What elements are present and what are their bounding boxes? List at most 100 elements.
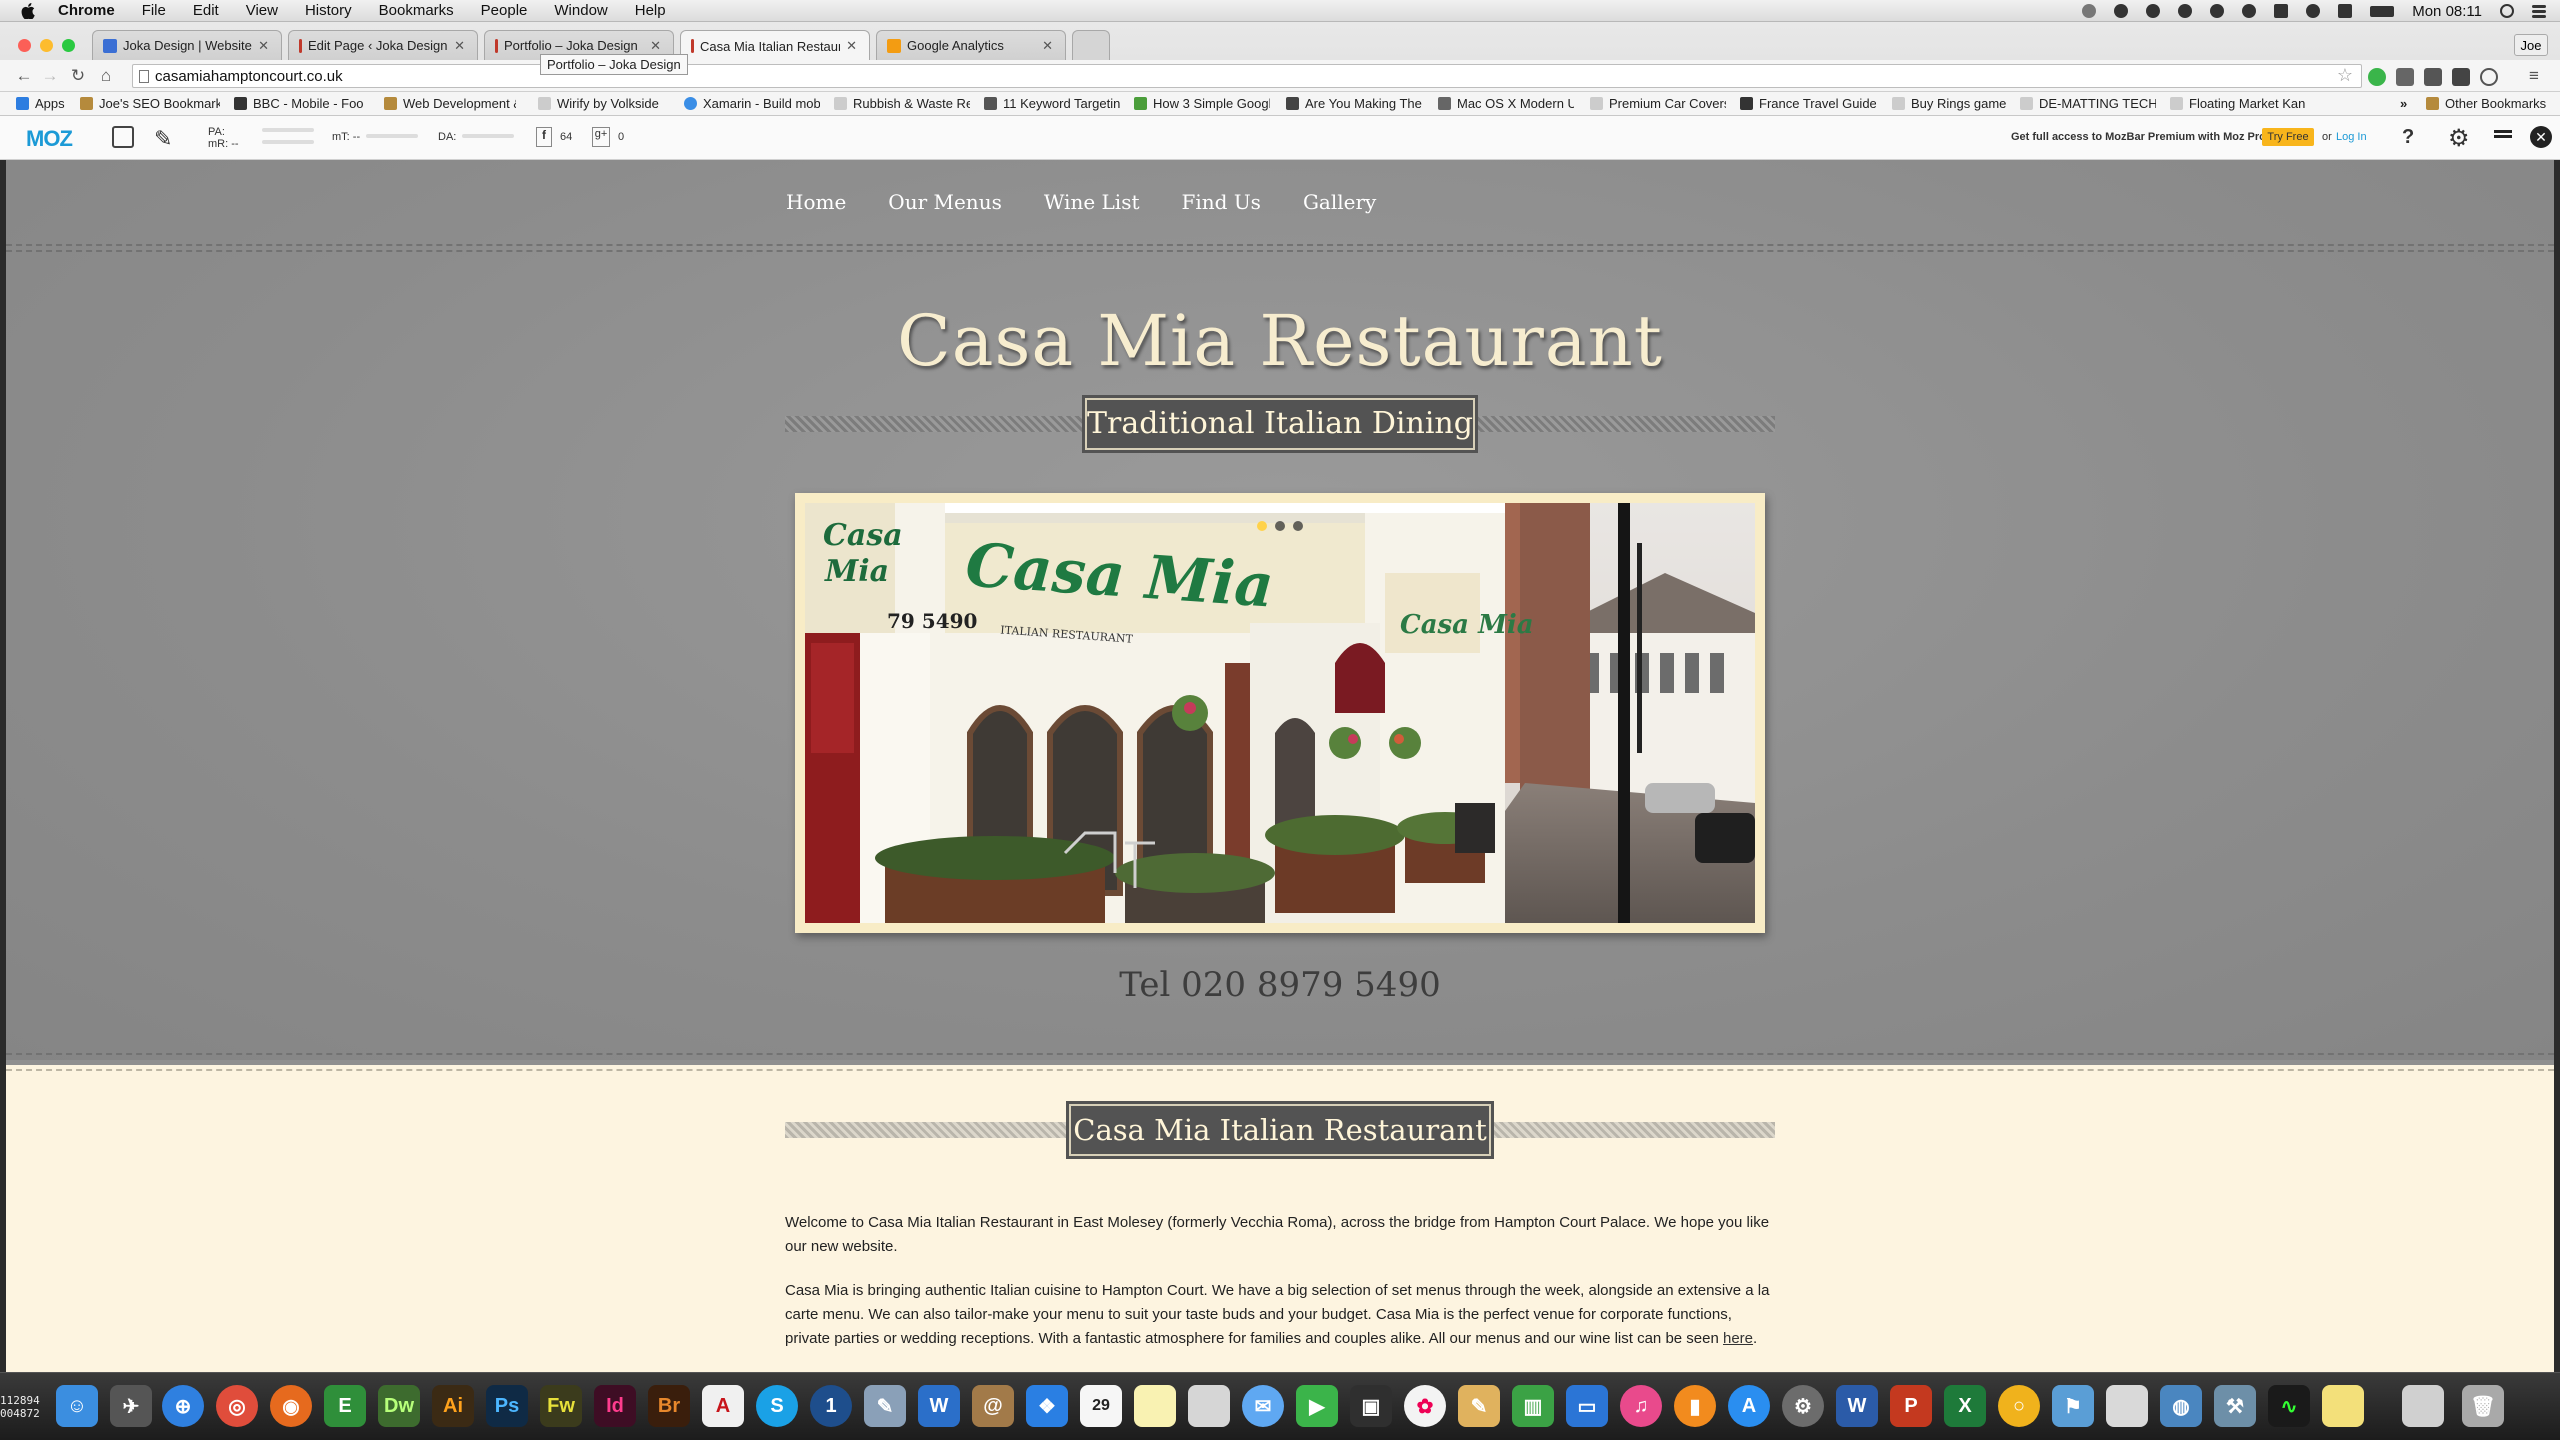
bookmark-item[interactable]: Wirify by Volkside (538, 96, 674, 111)
trash-icon[interactable]: 🗑 (2462, 1385, 2504, 1427)
1password-icon[interactable]: 1 (810, 1385, 852, 1427)
menu-file[interactable]: File (142, 2, 166, 19)
bookmark-item[interactable]: Premium Car Covers (1590, 96, 1726, 111)
tab-google-analytics[interactable]: Google Analytics ✕ (876, 30, 1066, 60)
bridge-icon[interactable]: Br (648, 1385, 690, 1427)
back-arrow-icon[interactable]: ← (14, 66, 34, 86)
apple-icon[interactable] (20, 2, 36, 19)
downloads-stack-icon[interactable] (2402, 1385, 2444, 1427)
numbers-icon[interactable]: ▥ (1512, 1385, 1554, 1427)
menu-people[interactable]: People (481, 2, 528, 19)
new-tab-button[interactable] (1072, 30, 1110, 60)
nav-our-menus[interactable]: Our Menus (888, 190, 1002, 214)
contacts-icon[interactable]: @ (972, 1385, 1014, 1427)
tab-joka-design[interactable]: Joka Design | Website Des✕ (92, 30, 282, 60)
evernote-icon[interactable]: E (324, 1385, 366, 1427)
ibooks-icon[interactable]: ▮ (1674, 1385, 1716, 1427)
close-tab-icon[interactable]: ✕ (454, 38, 465, 54)
bookmark-other[interactable]: Other Bookmarks (2426, 96, 2556, 111)
bookmark-item[interactable]: Rubbish & Waste Re (834, 96, 970, 111)
collapse-bar-icon[interactable] (2494, 130, 2512, 138)
dropbox-icon[interactable] (2242, 4, 2257, 18)
reload-icon[interactable]: ↻ (68, 66, 88, 86)
notes-icon[interactable] (1134, 1385, 1176, 1427)
chrome-menu-icon[interactable]: ≡ (2524, 66, 2544, 86)
skype-icon[interactable]: S (756, 1385, 798, 1427)
menu-app-chrome[interactable]: Chrome (58, 2, 115, 19)
bookmark-apps[interactable]: Apps (16, 96, 76, 111)
menu-bookmarks[interactable]: Bookmarks (379, 2, 454, 19)
bookmark-item[interactable]: Mac OS X Modern U (1438, 96, 1574, 111)
forward-arrow-icon[interactable]: → (40, 66, 60, 86)
page-analysis-icon[interactable] (112, 126, 134, 148)
utility-app-icon[interactable]: ⚑ (2052, 1385, 2094, 1427)
bookmark-item[interactable]: DE-MATTING TECHN (2020, 96, 2156, 111)
battery-icon[interactable] (2370, 5, 2395, 17)
network-utility-icon[interactable]: ◍ (2160, 1385, 2202, 1427)
app-store-icon[interactable]: A (1728, 1385, 1770, 1427)
close-window-button[interactable] (18, 39, 31, 52)
menu-history[interactable]: History (305, 2, 352, 19)
clock[interactable]: Mon 08:11 (2412, 3, 2482, 20)
textedit-icon[interactable] (2106, 1385, 2148, 1427)
acrobat-icon[interactable]: A (702, 1385, 744, 1427)
bookmark-item[interactable]: Floating Market Kan (2170, 96, 2306, 111)
close-tab-icon[interactable]: ✕ (846, 38, 857, 54)
zoom-window-button[interactable] (62, 39, 75, 52)
norton-icon[interactable]: ○ (1998, 1385, 2040, 1427)
photoshop-icon[interactable]: Ps (486, 1385, 528, 1427)
try-free-button[interactable]: Try Free (2262, 128, 2314, 146)
wunderlist-icon[interactable]: W (918, 1385, 960, 1427)
bookmark-item[interactable]: Web Development & (384, 96, 516, 111)
settings-gear-icon[interactable]: ⚙ (2448, 124, 2470, 153)
keynote-icon[interactable]: ▭ (1566, 1385, 1608, 1427)
tray-app-icon[interactable] (2114, 4, 2129, 18)
volume-icon[interactable] (2338, 4, 2353, 18)
help-icon[interactable]: ? (2402, 126, 2414, 149)
preview-icon[interactable]: ✎ (864, 1385, 906, 1427)
grammarly-extension-icon[interactable] (2368, 68, 2386, 86)
tab-edit-page[interactable]: Edit Page ‹ Joka Design —✕ (288, 30, 478, 60)
extension-icon[interactable] (2396, 68, 2414, 86)
close-mozbar-icon[interactable]: ✕ (2530, 126, 2552, 148)
pages-icon[interactable]: ✎ (1458, 1385, 1500, 1427)
slider-dot[interactable] (1275, 521, 1285, 531)
menu-edit[interactable]: Edit (193, 2, 219, 19)
system-preferences-icon[interactable]: ⚙ (1782, 1385, 1824, 1427)
photos-icon[interactable]: ✿ (1404, 1385, 1446, 1427)
info-icon[interactable] (2210, 4, 2225, 18)
finder-icon[interactable]: ☺ (56, 1385, 98, 1427)
tray-app-icon[interactable] (2146, 4, 2161, 18)
stickies-icon[interactable] (2322, 1385, 2364, 1427)
dreamweaver-icon[interactable]: Dw (378, 1385, 420, 1427)
menu-view[interactable]: View (246, 2, 278, 19)
minimize-window-button[interactable] (40, 39, 53, 52)
fireworks-icon[interactable]: Fw (540, 1385, 582, 1427)
activity-monitor-icon[interactable]: ∿ (2268, 1385, 2310, 1427)
notification-center-icon[interactable] (2532, 9, 2546, 13)
cloud-icon[interactable] (2082, 4, 2097, 18)
excel-icon[interactable]: X (1944, 1385, 1986, 1427)
nav-home[interactable]: Home (786, 190, 846, 214)
menu-window[interactable]: Window (554, 2, 607, 19)
close-tab-icon[interactable]: ✕ (650, 38, 661, 54)
bookmark-item[interactable]: BBC - Mobile - Food (234, 96, 364, 111)
spotlight-search-icon[interactable] (2500, 4, 2514, 18)
bluetooth-icon[interactable] (2274, 4, 2289, 18)
nav-gallery[interactable]: Gallery (1303, 190, 1376, 214)
dropbox-icon[interactable]: ❖ (1026, 1385, 1068, 1427)
itunes-icon[interactable]: ♫ (1620, 1385, 1662, 1427)
messages-icon[interactable]: ✉ (1242, 1385, 1284, 1427)
bookmarks-overflow-icon[interactable]: » (2400, 96, 2420, 111)
facetime-icon[interactable]: ▶ (1296, 1385, 1338, 1427)
word-icon[interactable]: W (1836, 1385, 1878, 1427)
moz-logo[interactable]: MOZ (26, 126, 73, 152)
menu-help[interactable]: Help (635, 2, 666, 19)
wifi-icon[interactable] (2306, 4, 2321, 18)
bookmark-item[interactable]: 11 Keyword Targetin (984, 96, 1120, 111)
slider-dot[interactable] (1293, 521, 1303, 531)
close-tab-icon[interactable]: ✕ (258, 38, 269, 54)
calendar-icon[interactable]: 29 (1080, 1385, 1122, 1427)
photo-booth-icon[interactable]: ▣ (1350, 1385, 1392, 1427)
bookmark-item[interactable]: How 3 Simple Googl (1134, 96, 1270, 111)
